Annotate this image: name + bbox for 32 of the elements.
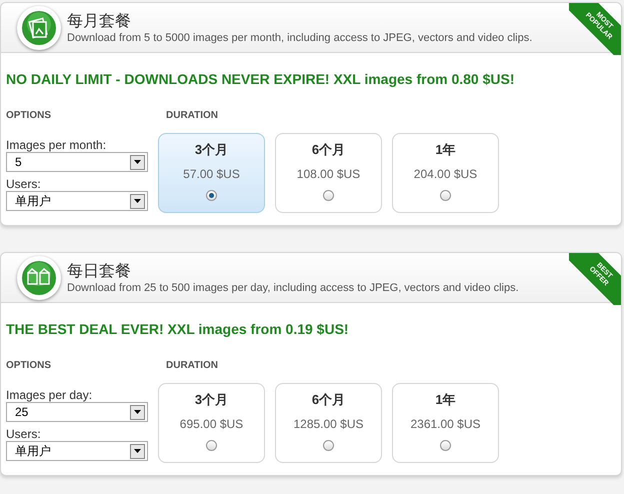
plan-description: Download from 5 to 5000 images per month, including access to JPEG, vectors and video clips. [67, 30, 532, 44]
options-heading: OPTIONS [6, 360, 52, 372]
promo-headline: NO DAILY LIMIT - DOWNLOADS NEVER EXPIRE! XXL images from 0.80 $US! [6, 70, 516, 88]
quantity-label: Images per day: [6, 388, 94, 402]
duration-option[interactable]: 3个月 57.00 $US [158, 133, 265, 213]
quantity-dropdown[interactable]: 5 [6, 152, 148, 172]
users-dropdown[interactable]: 单用户 [6, 441, 148, 461]
duration-option[interactable]: 1年 2361.00 $US [392, 383, 499, 463]
radio-button[interactable] [323, 190, 334, 201]
radio-button[interactable] [440, 190, 451, 201]
duration-heading: DURATION [166, 110, 220, 122]
quantity-label: Images per month: [6, 138, 108, 152]
radio-button[interactable] [206, 440, 217, 451]
users-label: Users: [6, 427, 42, 441]
duration-heading: DURATION [166, 360, 220, 372]
plan-description: Download from 25 to 500 images per day, including access to JPEG, vectors and video clips. [67, 280, 519, 294]
photos-icon [17, 6, 61, 50]
users-dropdown[interactable]: 单用户 [6, 191, 148, 211]
duration-option[interactable]: 6个月 108.00 $US [275, 133, 382, 213]
radio-button[interactable] [323, 440, 334, 451]
duration-option[interactable]: 1年 204.00 $US [392, 133, 499, 213]
plan-title: 每月套餐 [67, 10, 132, 30]
images-stack-icon [17, 256, 61, 300]
duration-option[interactable]: 3个月 695.00 $US [158, 383, 265, 463]
promo-headline: THE BEST DEAL EVER! XXL images from 0.19 $US! [6, 320, 350, 338]
radio-button[interactable] [206, 190, 217, 201]
options-heading: OPTIONS [6, 110, 52, 122]
plan-title: 每日套餐 [67, 260, 132, 280]
quantity-dropdown[interactable]: 25 [6, 402, 148, 422]
users-label: Users: [6, 177, 42, 191]
duration-option[interactable]: 6个月 1285.00 $US [275, 383, 382, 463]
radio-button[interactable] [440, 440, 451, 451]
